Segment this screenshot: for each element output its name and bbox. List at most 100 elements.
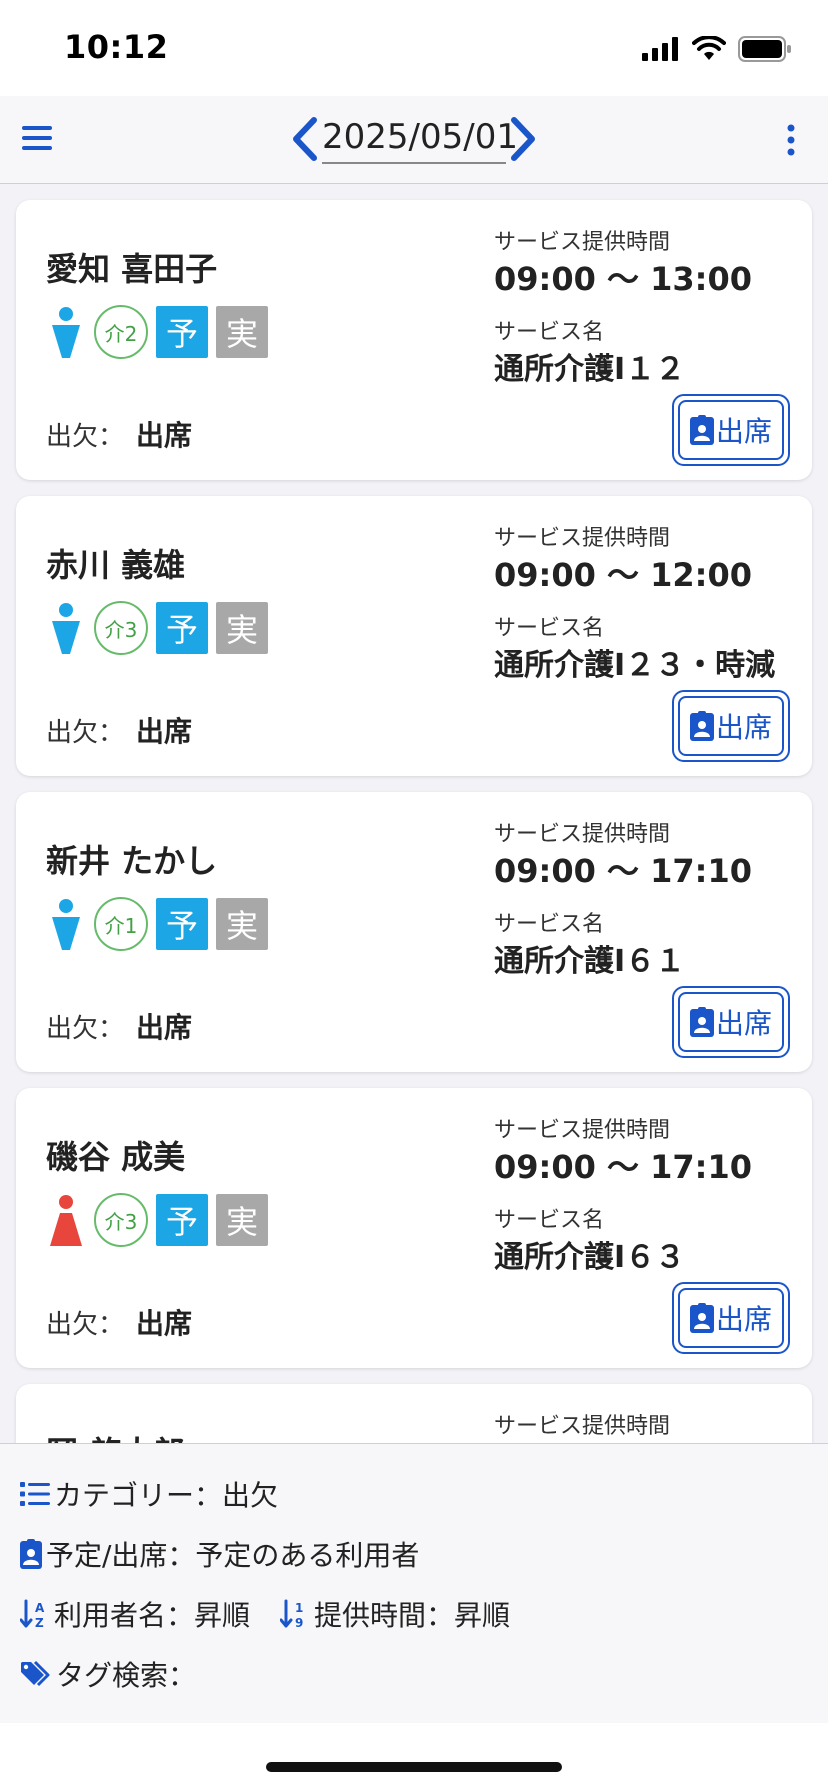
filter-summary[interactable]: カテゴリー：出欠 予定/出席：予定のある利用者 A Z 利用者名：昇順 1 9 …: [0, 1443, 828, 1723]
attend-button-label: 出席: [715, 415, 772, 448]
badges: 介2 予 実: [46, 305, 268, 359]
battery-icon: [738, 36, 791, 62]
svg-text:9: 9: [295, 1616, 303, 1629]
schedule-filter[interactable]: 予定/出席：予定のある利用者: [20, 1534, 419, 1574]
user-name: 愛知 喜田子: [46, 250, 218, 288]
svg-text:1: 1: [295, 1601, 303, 1615]
service-name-label: サービス名: [494, 912, 605, 937]
cellular-signal-icon: [642, 37, 678, 61]
app-header: 2025/05/01: [0, 96, 828, 184]
scheduled-badge: 予: [156, 602, 208, 654]
chevron-left-icon[interactable]: [288, 114, 322, 164]
attend-button-label: 出席: [715, 1007, 772, 1040]
hamburger-menu-icon[interactable]: [20, 120, 56, 156]
id-badge-icon: [689, 1303, 714, 1333]
date-field[interactable]: 2025/05/01: [322, 114, 518, 164]
user-name: 磯谷 成美: [46, 1138, 186, 1176]
attendance-value: 出席: [136, 1011, 193, 1044]
badges: 介3 予 実: [46, 601, 268, 655]
status-time: 10:12: [64, 28, 169, 66]
user-card[interactable]: 愛知 喜田子 介2 予 実 出欠： 出席 サービス提供時間 09:00 〜 13…: [16, 200, 812, 480]
id-badge-icon: [689, 711, 714, 741]
attendance-value: 出席: [136, 715, 193, 748]
attendance-value: 出席: [136, 419, 193, 452]
attend-button[interactable]: 出席: [672, 690, 790, 762]
attend-button-inner: 出席: [678, 696, 784, 756]
attendance-label: 出欠：: [46, 422, 125, 452]
attend-button-label: 出席: [715, 711, 772, 744]
home-indicator[interactable]: [266, 1762, 562, 1772]
id-badge-icon: [20, 1539, 42, 1569]
attendance-label: 出欠：: [46, 718, 125, 748]
attendance-label: 出欠：: [46, 1014, 125, 1044]
sort-numeric-icon: 1 9: [280, 1599, 303, 1629]
status-icons: [642, 36, 792, 62]
user-name: 赤川 義雄: [46, 546, 186, 584]
service-name: 通所介護I６３: [494, 1240, 686, 1275]
svg-text:A: A: [35, 1601, 45, 1615]
service-time-label: サービス提供時間: [494, 526, 671, 551]
service-time-label: サービス提供時間: [494, 1118, 671, 1143]
sort-name-label: 利用者名：昇順: [54, 1599, 251, 1632]
user-card[interactable]: 磯谷 成美 介3 予 実 出欠： 出席 サービス提供時間 09:00 〜 17:…: [16, 1088, 812, 1368]
service-name-label: サービス名: [494, 320, 605, 345]
service-time: 09:00 〜 13:00: [494, 260, 753, 298]
user-name: 新井 たかし: [46, 842, 218, 880]
svg-text:Z: Z: [35, 1616, 44, 1629]
service-time: 09:00 〜 17:10: [494, 1148, 753, 1186]
attend-button-inner: 出席: [678, 992, 784, 1052]
badges: 介1 予 実: [46, 897, 268, 951]
scheduled-badge: 予: [156, 1194, 208, 1246]
sort-options[interactable]: A Z 利用者名：昇順 1 9 提供時間：昇順: [20, 1594, 510, 1634]
sort-alpha-icon: A Z: [20, 1599, 45, 1629]
tag-search[interactable]: タグ検索：: [20, 1654, 196, 1694]
user-card[interactable]: 赤川 義雄 介3 予 実 出欠： 出席 サービス提供時間 09:00 〜 12:…: [16, 496, 812, 776]
service-time-label: サービス提供時間: [494, 230, 671, 255]
user-name: 岡 啓太郎: [46, 1428, 185, 1443]
service-name: 通所介護I２３・時減: [494, 648, 776, 683]
wifi-icon: [692, 36, 726, 60]
actual-badge: 実: [216, 602, 268, 654]
attend-button[interactable]: 出席: [672, 394, 790, 466]
chevron-right-icon[interactable]: [506, 114, 540, 164]
list-icon: [20, 1482, 50, 1506]
id-badge-icon: [689, 415, 714, 445]
service-time: 09:00 〜 17:10: [494, 852, 753, 890]
home-indicator-area: [0, 1723, 828, 1792]
male-icon: [52, 307, 80, 358]
attendance-list[interactable]: 愛知 喜田子 介2 予 実 出欠： 出席 サービス提供時間 09:00 〜 13…: [0, 185, 828, 1443]
tags-icon: [21, 1660, 50, 1687]
scheduled-badge: 予: [156, 306, 208, 358]
badges: 介3 予 実: [46, 1193, 268, 1247]
service-name-label: サービス名: [494, 616, 605, 641]
service-name-label: サービス名: [494, 1208, 605, 1233]
attend-button-inner: 出席: [678, 1288, 784, 1348]
care-level-badge: 介3: [94, 601, 148, 655]
female-icon: [50, 1195, 82, 1246]
scheduled-badge: 予: [156, 898, 208, 950]
actual-badge: 実: [216, 898, 268, 950]
male-icon: [52, 899, 80, 950]
user-card[interactable]: 新井 たかし 介1 予 実 出欠： 出席 サービス提供時間 09:00 〜 17…: [16, 792, 812, 1072]
user-card[interactable]: 岡 啓太郎 サービス提供時間: [16, 1384, 812, 1443]
attend-button[interactable]: 出席: [672, 1282, 790, 1354]
attend-button-label: 出席: [715, 1303, 772, 1336]
actual-badge: 実: [216, 1194, 268, 1246]
service-name: 通所介護I１２: [494, 352, 686, 387]
care-level-badge: 介2: [94, 305, 148, 359]
status-bar: 10:12: [0, 0, 828, 96]
service-name: 通所介護I６１: [494, 944, 686, 979]
category-filter-label: カテゴリー：出欠: [54, 1479, 279, 1512]
attendance-label: 出欠：: [46, 1310, 125, 1340]
service-time-label: サービス提供時間: [494, 822, 671, 847]
attend-button[interactable]: 出席: [672, 986, 790, 1058]
category-filter[interactable]: カテゴリー：出欠: [20, 1474, 278, 1514]
actual-badge: 実: [216, 306, 268, 358]
care-level-badge: 介3: [94, 1193, 148, 1247]
service-time: 09:00 〜 12:00: [494, 556, 753, 594]
more-vertical-icon[interactable]: [784, 122, 798, 158]
schedule-filter-label: 予定/出席：予定のある利用者: [46, 1539, 420, 1572]
tag-search-label: タグ検索：: [56, 1659, 197, 1692]
care-level-badge: 介1: [94, 897, 148, 951]
attendance-value: 出席: [136, 1307, 193, 1340]
